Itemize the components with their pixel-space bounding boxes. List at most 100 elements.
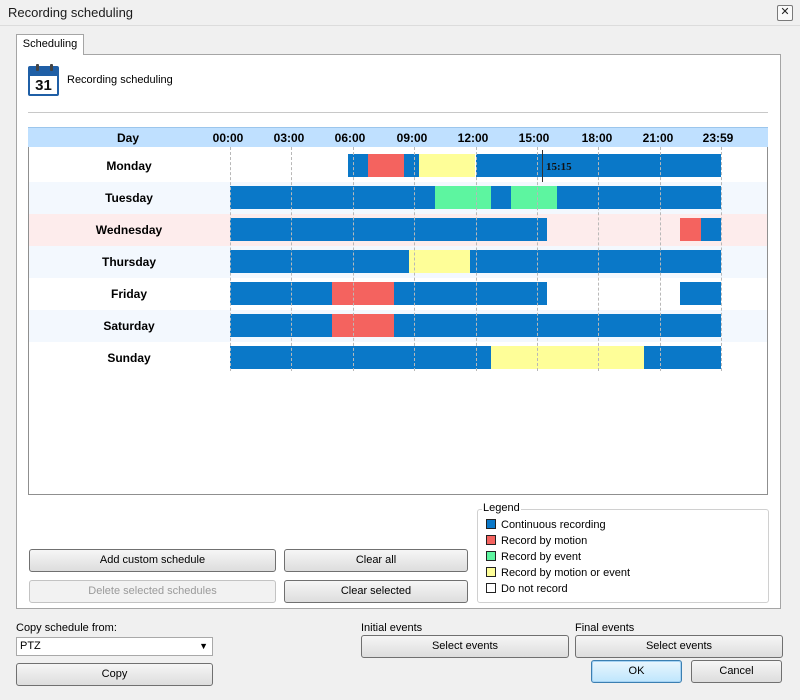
schedule-segment-motion[interactable]	[368, 154, 404, 177]
time-label-0000: 00:00	[212, 131, 244, 145]
schedule-segment-event[interactable]	[434, 186, 491, 209]
time-gridline	[291, 147, 293, 371]
schedule-segment-continuous[interactable]	[470, 250, 721, 273]
time-gridline	[659, 147, 661, 371]
schedule-segment-continuous[interactable]	[680, 282, 721, 305]
time-gridline	[598, 147, 600, 371]
time-label-1500: 15:00	[518, 131, 550, 145]
legend-item-motion: Record by motion	[486, 535, 587, 549]
schedule-row-friday[interactable]: Friday	[29, 278, 767, 310]
schedule-segment-motion-or-event[interactable]	[409, 250, 471, 273]
legend-label: Do not record	[501, 583, 568, 595]
time-gridline	[536, 147, 538, 371]
divider	[28, 112, 768, 113]
close-icon[interactable]: ✕	[777, 5, 793, 21]
schedule-segment-continuous[interactable]	[347, 154, 369, 177]
legend-label: Record by event	[501, 551, 582, 563]
schedule-segment-continuous[interactable]	[230, 314, 333, 337]
page-title: Recording scheduling	[67, 74, 173, 86]
schedule-row-sunday[interactable]: Sunday	[29, 342, 767, 374]
window-title: Recording scheduling	[8, 5, 134, 20]
schedule-segment-continuous[interactable]	[230, 218, 548, 241]
cancel-button[interactable]: Cancel	[691, 660, 782, 683]
final-select-events-button[interactable]: Select events	[575, 635, 783, 658]
calendar-icon: 31	[28, 64, 59, 96]
schedule-row-monday[interactable]: Monday 15:15	[29, 150, 767, 182]
legend-swatch	[486, 567, 496, 577]
time-label-2359: 23:59	[702, 131, 734, 145]
day-label: Monday	[106, 159, 152, 173]
schedule-row-tuesday[interactable]: Tuesday	[29, 182, 767, 214]
time-gridline	[414, 147, 416, 371]
legend-label: Record by motion	[501, 535, 588, 547]
time-gridline	[352, 147, 354, 371]
schedule-segment-motion[interactable]	[332, 282, 394, 305]
legend-swatch	[486, 583, 496, 593]
legend-item-none: Do not record	[486, 583, 568, 597]
day-label: Tuesday	[105, 191, 153, 205]
time-gridline	[721, 147, 722, 371]
legend-swatch	[486, 551, 496, 561]
day-label: Friday	[110, 287, 147, 301]
time-label-0900: 09:00	[396, 131, 428, 145]
legend-label: Record by motion or event	[501, 567, 631, 579]
legend-item-continuous: Continuous recording	[486, 519, 606, 533]
schedule-segment-motion-or-event[interactable]	[419, 154, 476, 177]
initial-events-label: Initial events	[361, 622, 423, 634]
time-gridline	[230, 147, 231, 371]
schedule-segment-continuous[interactable]	[230, 186, 435, 209]
time-gridline	[475, 147, 477, 371]
clear-selected-button[interactable]: Clear selected	[284, 580, 468, 603]
ok-button[interactable]: OK	[591, 660, 682, 683]
day-label: Thursday	[101, 255, 156, 269]
schedule-segment-motion[interactable]	[332, 314, 394, 337]
copy-schedule-from-label: Copy schedule from:	[16, 622, 117, 634]
schedule-segment-continuous[interactable]	[700, 218, 721, 241]
time-label-2100: 21:00	[642, 131, 674, 145]
legend-title: Legend	[482, 502, 521, 514]
schedule-row-wednesday[interactable]: Wednesday	[29, 214, 767, 246]
schedule-segment-continuous[interactable]	[557, 186, 721, 209]
day-column-header: Day	[116, 131, 140, 145]
legend-swatch	[486, 519, 496, 529]
current-time-marker	[541, 150, 543, 182]
add-custom-schedule-button[interactable]: Add custom schedule	[29, 549, 276, 572]
final-events-label: Final events	[575, 622, 635, 634]
day-label: Saturday	[103, 319, 155, 333]
time-label-0300: 03:00	[273, 131, 305, 145]
legend: Continuous recording Record by motion Reco…	[477, 509, 769, 603]
schedule-segment-continuous[interactable]	[230, 346, 491, 369]
tab-scheduling[interactable]: Scheduling	[16, 34, 84, 55]
current-time-label: 15:15	[545, 161, 572, 173]
schedule-segment-continuous[interactable]	[403, 154, 420, 177]
schedule-row-thursday[interactable]: Thursday	[29, 246, 767, 278]
schedule-grid[interactable]: Monday 15:15 Tuesday Wednesday Thursday Frida…	[28, 147, 768, 495]
chevron-down-icon: ▼	[199, 641, 208, 651]
copy-schedule-from-value: PTZ	[20, 640, 41, 652]
time-label-1200: 12:00	[457, 131, 489, 145]
schedule-segment-continuous[interactable]	[393, 314, 721, 337]
initial-select-events-button[interactable]: Select events	[361, 635, 569, 658]
legend-swatch	[486, 535, 496, 545]
legend-item-event: Record by event	[486, 551, 581, 565]
legend-label: Continuous recording	[501, 519, 606, 531]
time-label-0600: 06:00	[334, 131, 366, 145]
delete-selected-schedules-button[interactable]: Delete selected schedules	[29, 580, 276, 603]
schedule-segment-event[interactable]	[511, 186, 558, 209]
schedule-segment-continuous[interactable]	[393, 282, 548, 305]
schedule-header: Day 00:00 03:00 06:00 09:00 12:00 15:00 …	[28, 127, 768, 147]
copy-button[interactable]: Copy	[16, 663, 213, 686]
clear-all-button[interactable]: Clear all	[284, 549, 468, 572]
schedule-segment-continuous[interactable]	[644, 346, 721, 369]
copy-schedule-from-select[interactable]: PTZ ▼	[16, 637, 213, 656]
schedule-segment-continuous[interactable]	[230, 250, 409, 273]
legend-item-motion-or-event: Record by motion or event	[486, 567, 630, 581]
time-label-1800: 18:00	[581, 131, 613, 145]
schedule-segment-continuous[interactable]	[230, 282, 333, 305]
day-label: Wednesday	[95, 223, 163, 237]
schedule-segment-motion[interactable]	[680, 218, 701, 241]
schedule-segment-continuous[interactable]	[490, 186, 512, 209]
day-label: Sunday	[107, 351, 151, 365]
schedule-segment-motion-or-event[interactable]	[490, 346, 645, 369]
schedule-row-saturday[interactable]: Saturday	[29, 310, 767, 342]
